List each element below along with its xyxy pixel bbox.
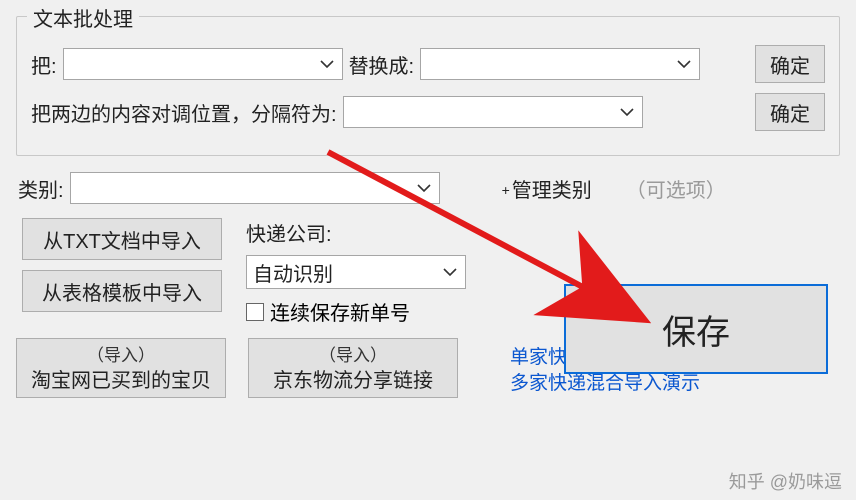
swap-confirm-button[interactable]: 确定 [755,93,825,131]
swap-row: 把两边的内容对调位置，分隔符为: 确定 [31,93,825,131]
category-row: 类别: 管理类别 （可选项） [18,172,838,204]
manage-category-link[interactable]: 管理类别 [502,174,592,203]
watermark: 知乎 @奶味逗 [729,468,842,494]
import-hint-label: （导入） [87,341,155,366]
swap-label: 把两边的内容对调位置，分隔符为: [31,98,337,127]
express-label: 快递公司: [246,218,466,247]
category-combo[interactable] [70,172,440,204]
chevron-down-icon [417,183,431,193]
main-panel: 文本批处理 把: 替换成: 确定 把两边的内容对调位置，分隔符为: [0,0,856,500]
optional-hint: （可选项） [626,174,726,203]
import-column: 从TXT文档中导入 从表格模板中导入 [22,218,222,312]
import-hint-label: （导入） [319,341,387,366]
checkbox-box-icon [246,303,264,321]
chevron-down-icon [320,59,334,69]
chevron-down-icon [443,267,457,277]
multi-demo-link[interactable]: 多家快递混合导入演示 [510,371,700,398]
import-jd-label: 京东物流分享链接 [273,364,433,393]
import-from-template-button[interactable]: 从表格模板中导入 [22,270,222,312]
to-combo[interactable] [420,48,700,80]
express-combo[interactable]: 自动识别 [246,255,466,289]
category-label: 类别: [18,174,64,203]
import-taobao-label: 淘宝网已买到的宝贝 [31,364,211,393]
save-button[interactable]: 保存 [564,284,828,374]
express-combo-value: 自动识别 [253,258,443,287]
from-combo[interactable] [63,48,343,80]
import-from-txt-button[interactable]: 从TXT文档中导入 [22,218,222,260]
groupbox-title: 文本批处理 [27,3,139,32]
to-label: 替换成: [349,50,415,79]
delimiter-combo[interactable] [343,96,643,128]
continuous-save-label: 连续保存新单号 [270,297,410,326]
import-taobao-button[interactable]: （导入） 淘宝网已买到的宝贝 [16,338,226,398]
import-jd-button[interactable]: （导入） 京东物流分享链接 [248,338,458,398]
chevron-down-icon [677,59,691,69]
replace-row: 把: 替换成: 确定 [31,45,825,83]
continuous-save-checkbox[interactable]: 连续保存新单号 [246,297,466,326]
from-label: 把: [31,50,57,79]
express-column: 快递公司: 自动识别 连续保存新单号 [246,218,466,326]
replace-confirm-button[interactable]: 确定 [755,45,825,83]
text-batch-group: 文本批处理 把: 替换成: 确定 把两边的内容对调位置，分隔符为: [16,16,840,156]
chevron-down-icon [620,107,634,117]
